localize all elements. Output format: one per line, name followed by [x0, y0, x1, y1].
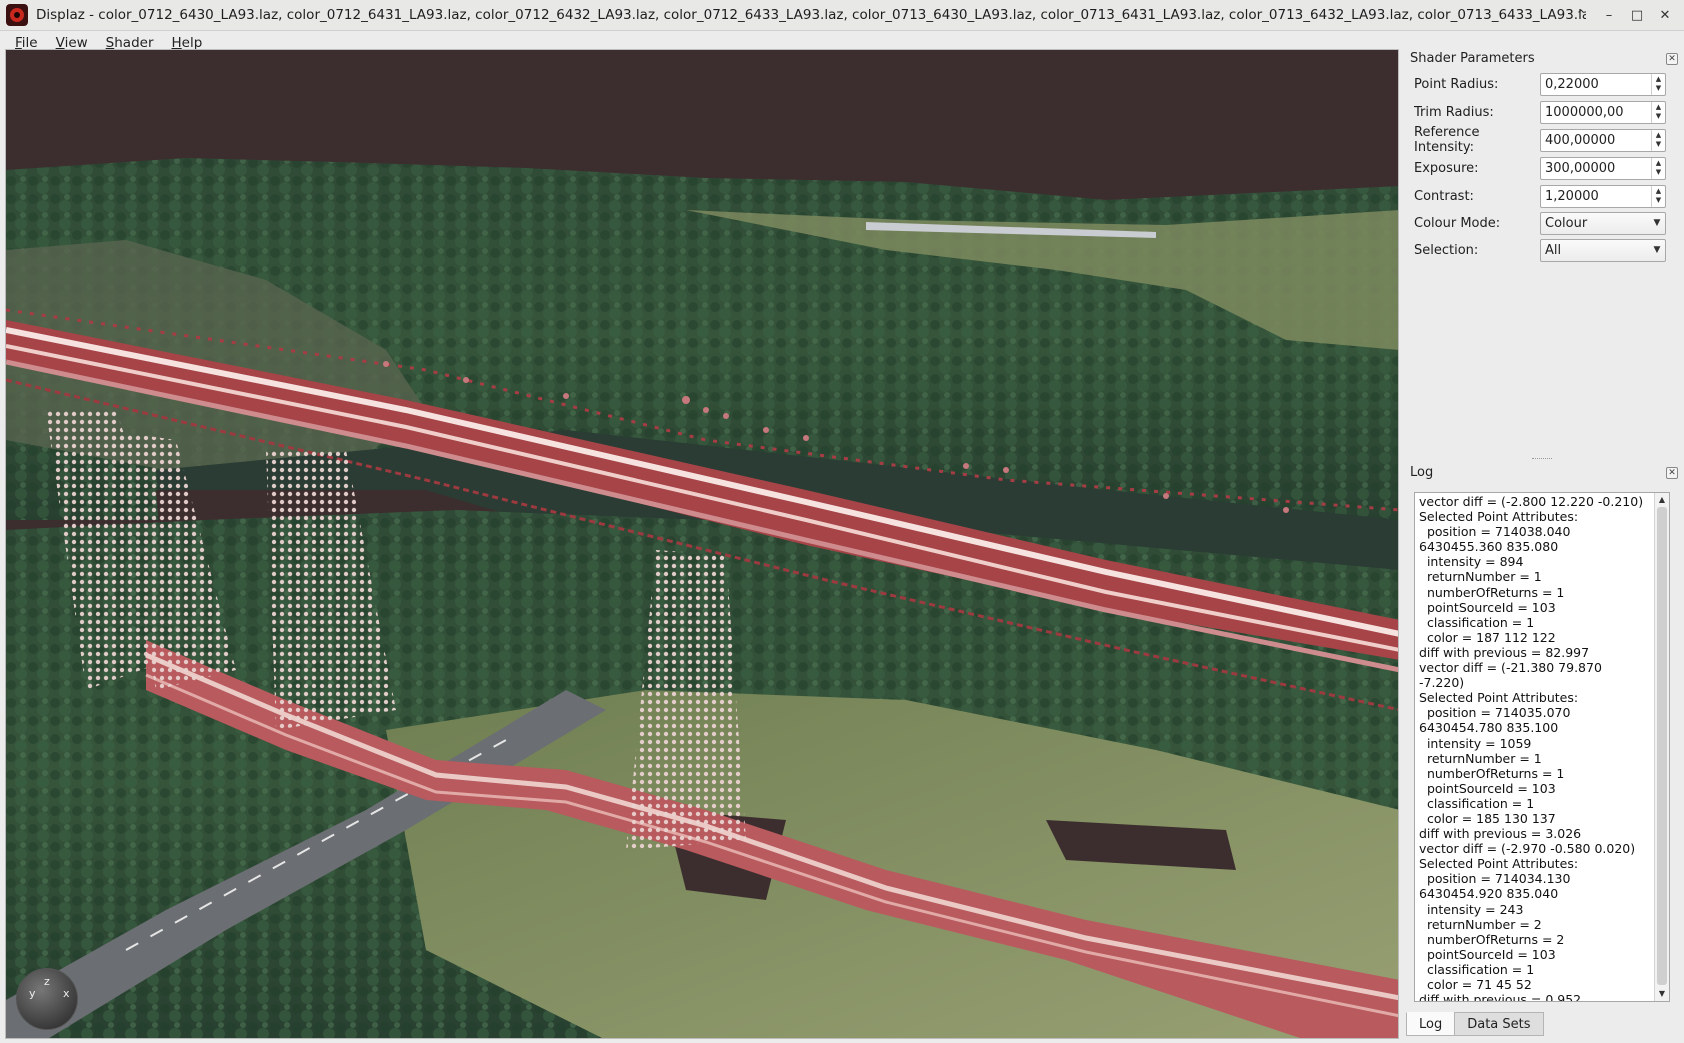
log-line: pointSourceId = 103 [1419, 780, 1556, 796]
point-cloud-scene [6, 50, 1398, 1038]
spin-value[interactable]: 400,00000 [1541, 133, 1651, 148]
param-selection: Selection: All ▼ [1414, 238, 1670, 262]
log-line: classification = 1 [1419, 961, 1535, 977]
spin-value[interactable]: 300,00000 [1541, 161, 1651, 176]
panel-tab-bar: Log Data Sets [1406, 1012, 1544, 1036]
log-line: intensity = 243 [1419, 901, 1524, 917]
param-label: Reference Intensity: [1414, 125, 1480, 155]
log-line: Selected Point Attributes: [1419, 856, 1579, 872]
point-radius-spinbox[interactable]: 0,22000 ▲ ▼ [1540, 72, 1666, 96]
param-point-radius: Point Radius: 0,22000 ▲ ▼ [1414, 72, 1670, 96]
app-icon [6, 4, 28, 26]
log-line: vector diff = (-2.970 -0.580 0.020) [1419, 841, 1636, 857]
log-text: vector diff = (-2.800 12.220 -0.210) Sele… [1419, 494, 1651, 1002]
log-line: diff with previous = 3.026 [1419, 826, 1582, 842]
tab-data-sets[interactable]: Data Sets [1454, 1012, 1544, 1036]
param-label: Point Radius: [1414, 76, 1499, 92]
shader-parameters-panel: Shader Parameters ✕ Point Radius: 0,2200… [1400, 49, 1684, 459]
axis-orientation-gizmo[interactable]: y z x [16, 968, 78, 1030]
log-line: color = 71 45 52 [1419, 977, 1532, 992]
log-line: diff with previous = 82.997 [1419, 644, 1590, 660]
tab-log[interactable]: Log [1406, 1012, 1456, 1036]
combo-value[interactable]: Colour [1541, 216, 1649, 231]
scrollbar-thumb[interactable] [1657, 507, 1667, 985]
spin-value[interactable]: 1,20000 [1541, 189, 1651, 204]
selection-select[interactable]: All ▼ [1540, 238, 1666, 262]
log-line: intensity = 894 [1419, 554, 1524, 570]
combo-value[interactable]: All [1541, 243, 1649, 258]
log-line: classification = 1 [1419, 614, 1535, 630]
log-line: vector diff = (-2.800 12.220 -0.210) [1419, 494, 1644, 509]
trim-radius-spinbox[interactable]: 1000000,00 ▲ ▼ [1540, 100, 1666, 124]
param-colour-mode: Colour Mode: Colour ▼ [1414, 211, 1670, 235]
log-panel-title: Log [1410, 465, 1434, 480]
log-panel: Log ✕ vector diff = (-2.800 12.220 -0.21… [1400, 463, 1684, 1039]
param-contrast: Contrast: 1,20000 ▲ ▼ [1414, 184, 1670, 208]
log-line: color = 185 130 137 [1419, 810, 1556, 826]
param-reference-intensity: Reference Intensity: 400,00000 ▲ ▼ [1414, 125, 1670, 155]
spin-value[interactable]: 0,22000 [1541, 77, 1651, 92]
axis-z-label: z [44, 975, 50, 988]
exposure-spinbox[interactable]: 300,00000 ▲ ▼ [1540, 156, 1666, 180]
dock-splitter-handle[interactable] [1532, 458, 1552, 462]
log-line: color = 187 112 122 [1419, 629, 1556, 645]
param-trim-radius: Trim Radius: 1000000,00 ▲ ▼ [1414, 100, 1670, 124]
log-line: vector diff = (-21.380 79.870 -7.220) [1419, 660, 1606, 691]
log-line: returnNumber = 1 [1419, 569, 1542, 585]
spin-arrows-icon[interactable]: ▲ ▼ [1651, 73, 1665, 95]
close-icon[interactable]: ✕ [1654, 4, 1676, 26]
log-line: Selected Point Attributes: [1419, 690, 1579, 706]
log-line: position = 714035.070 6430454.780 835.10… [1419, 705, 1575, 736]
shader-panel-title: Shader Parameters [1410, 51, 1535, 66]
close-icon[interactable]: ✕ [1666, 467, 1678, 479]
spin-arrows-icon[interactable]: ▲ ▼ [1651, 185, 1665, 207]
spin-arrows-icon[interactable]: ▲ ▼ [1651, 129, 1665, 151]
log-line: intensity = 1059 [1419, 735, 1532, 751]
log-line: numberOfReturns = 2 [1419, 931, 1565, 947]
log-line: numberOfReturns = 1 [1419, 584, 1565, 600]
maximize-icon[interactable]: □ [1626, 4, 1648, 26]
log-line: position = 714034.130 6430454.920 835.04… [1419, 871, 1575, 902]
log-text-area[interactable]: vector diff = (-2.800 12.220 -0.210) Sele… [1414, 492, 1670, 1002]
window-controls: ⌃ – □ ✕ [1564, 4, 1676, 26]
log-line: Selected Point Attributes: [1419, 509, 1579, 525]
param-label: Contrast: [1414, 188, 1474, 204]
axis-x-label: x [63, 987, 70, 1000]
point-cloud-viewport[interactable]: y z x [5, 49, 1399, 1039]
window-title: Displaz - color_0712_6430_LA93.laz, colo… [36, 7, 1586, 23]
log-line: classification = 1 [1419, 795, 1535, 811]
scroll-down-icon[interactable]: ▼ [1655, 987, 1669, 1001]
log-line: pointSourceId = 103 [1419, 946, 1556, 962]
chevron-down-icon[interactable]: ▼ [1649, 245, 1665, 255]
spin-arrows-icon[interactable]: ▲ ▼ [1651, 101, 1665, 123]
log-line: position = 714038.040 6430455.360 835.08… [1419, 524, 1575, 555]
log-line: returnNumber = 2 [1419, 916, 1542, 932]
param-label: Trim Radius: [1414, 104, 1494, 120]
close-icon[interactable]: ✕ [1666, 53, 1678, 65]
contrast-spinbox[interactable]: 1,20000 ▲ ▼ [1540, 184, 1666, 208]
log-line: numberOfReturns = 1 [1419, 765, 1565, 781]
log-scrollbar[interactable]: ▲ ▼ [1654, 493, 1669, 1001]
spin-value[interactable]: 1000000,00 [1541, 105, 1651, 120]
spin-arrows-icon[interactable]: ▲ ▼ [1651, 157, 1665, 179]
param-label: Selection: [1414, 242, 1479, 258]
minimize-icon[interactable]: – [1598, 4, 1620, 26]
log-line: returnNumber = 1 [1419, 750, 1542, 766]
log-line: pointSourceId = 103 [1419, 599, 1556, 615]
title-bar: Displaz - color_0712_6430_LA93.laz, colo… [0, 0, 1684, 31]
colour-mode-select[interactable]: Colour ▼ [1540, 211, 1666, 235]
chevron-up-icon[interactable]: ⌃ [1570, 4, 1592, 26]
param-label: Colour Mode: [1414, 215, 1501, 231]
scroll-up-icon[interactable]: ▲ [1655, 493, 1669, 507]
param-exposure: Exposure: 300,00000 ▲ ▼ [1414, 156, 1670, 180]
reference-intensity-spinbox[interactable]: 400,00000 ▲ ▼ [1540, 128, 1666, 152]
param-label: Exposure: [1414, 160, 1479, 176]
log-line: diff with previous = 0.952 [1419, 992, 1582, 1002]
axis-y-label: y [29, 987, 36, 1000]
chevron-down-icon[interactable]: ▼ [1649, 218, 1665, 228]
